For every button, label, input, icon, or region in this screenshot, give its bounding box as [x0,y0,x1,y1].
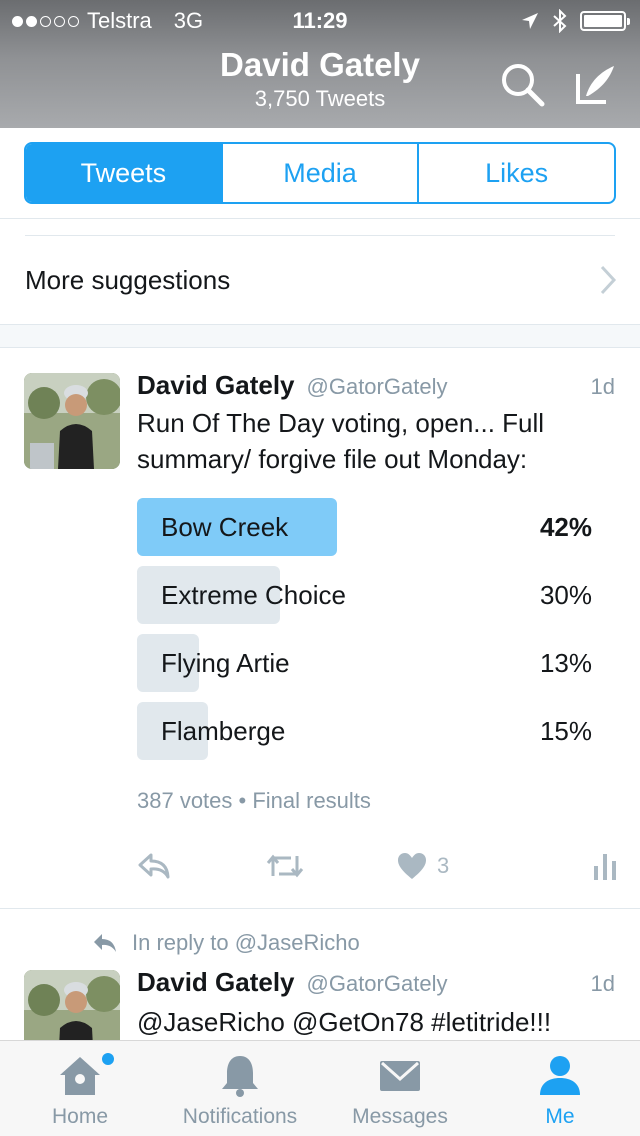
poll-option-label: Extreme Choice [161,580,346,610]
poll-option-label: Flying Artie [161,648,290,678]
tab-home[interactable]: Home [0,1041,160,1136]
tweet-author-handle[interactable]: @GatorGately [307,971,448,997]
location-arrow-icon [522,13,538,29]
poll-meta: 387 votes • Final results [137,788,371,813]
bluetooth-icon [553,9,567,33]
battery-icon [580,11,630,31]
tab-media[interactable]: Media [220,144,418,202]
chevron-right-icon [600,265,617,295]
poll-option: Flying Artie 13% [137,634,592,692]
section-gap [0,324,640,348]
profile-header: Telstra 3G 11:29 David Gately 3,750 Twee… [0,0,640,128]
poll-option-percent: 15% [539,716,592,746]
reply-icon [94,934,116,952]
tab-tweets[interactable]: Tweets [26,144,221,202]
notification-dot [102,1053,114,1065]
tab-messages[interactable]: Messages [320,1041,480,1136]
retweet-button[interactable] [265,852,305,880]
tweet-timestamp: 1d [590,374,615,399]
bottom-tab-bar: Home Notifications Messages Me [0,1040,640,1136]
avatar-photo [24,373,120,469]
avatar[interactable] [24,373,120,469]
profile-tabs: Tweets Media Likes [24,142,616,204]
analytics-icon [594,854,616,880]
reply-button[interactable] [137,852,171,880]
status-right [520,9,630,33]
tweet-timestamp: 1d [590,971,615,996]
tab-label: Messages [352,1105,448,1128]
person-icon [540,1056,580,1095]
poll-option-percent: 42% [539,512,592,542]
reply-context: In reply to @JaseRicho [92,930,360,956]
poll-option-label: Flamberge [161,716,286,746]
tab-likes[interactable]: Likes [417,144,614,202]
poll-option: Extreme Choice 30% [137,566,592,624]
tweet-text: @JaseRicho @GetOn78 #letitride!!! [137,1007,552,1037]
poll-option-percent: 30% [539,580,592,610]
analytics-button[interactable] [593,852,617,880]
more-suggestions-row[interactable]: More suggestions [0,236,640,324]
tweet-author-handle[interactable]: @GatorGately [307,374,448,400]
retweet-icon [266,854,304,878]
heart-icon [398,853,426,879]
tweet-header: David Gately @GatorGately [137,370,447,401]
tab-label: Notifications [182,1105,298,1128]
tab-label: Me [545,1105,575,1128]
tab-me[interactable]: Me [480,1041,640,1136]
home-icon [60,1057,100,1095]
bell-icon [222,1056,258,1097]
more-suggestions-label: More suggestions [25,264,231,295]
envelope-icon [380,1061,420,1091]
poll-option-label: Bow Creek [161,512,289,542]
tab-notifications[interactable]: Notifications [160,1041,320,1136]
tweet-header: David Gately @GatorGately [137,967,447,998]
tweet-author-name[interactable]: David Gately [137,967,295,998]
divider [0,218,640,219]
poll-option: Flamberge 15% [137,702,592,760]
status-bar: Telstra 3G 11:29 [0,0,640,40]
reply-icon [138,853,170,879]
poll-option-percent: 13% [539,648,592,678]
compose-tweet-icon[interactable] [572,60,620,108]
tweet-actions: 3 [137,852,617,892]
poll-option: Bow Creek 42% [137,498,592,556]
tweet-text: Run Of The Day voting, open... Full summ… [137,408,545,474]
like-button[interactable]: 3 [397,852,449,880]
divider [0,908,640,909]
tweet-author-name[interactable]: David Gately [137,370,295,401]
tab-label: Home [51,1105,109,1128]
like-count: 3 [437,853,450,878]
search-icon[interactable] [498,60,546,108]
reply-context-text[interactable]: In reply to @JaseRicho [132,930,360,956]
